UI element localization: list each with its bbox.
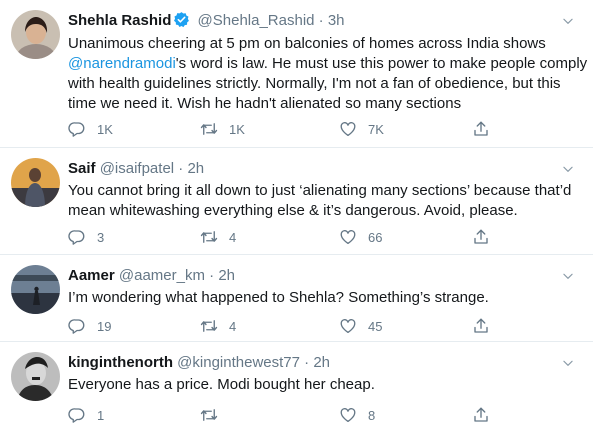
avatar[interactable] [11, 158, 60, 207]
like-icon [339, 228, 357, 246]
tweet-reply[interactable]: Saif @isaifpatel · 2h You cannot bring i… [0, 148, 593, 255]
tweet-text: You cannot bring it all down to just ‘al… [68, 182, 572, 219]
tweet-reply[interactable]: kinginthenorth @kinginthewest77 · 2h Eve… [0, 342, 593, 440]
retweet-icon [200, 120, 218, 138]
mention-link[interactable]: @narendramodi [68, 55, 176, 72]
retweet-icon [200, 228, 218, 246]
tweet-text: I’m wondering what happened to Shehla? S… [68, 289, 489, 306]
separator-dot: · [304, 354, 310, 371]
tweet-main[interactable]: Shehla Rashid @Shehla_Rashid · 3h Unanim… [0, 0, 593, 148]
like-button[interactable]: 7K [339, 120, 384, 138]
author-name[interactable]: Saif [68, 160, 96, 177]
reply-count: 1 [97, 407, 105, 423]
share-icon [472, 228, 490, 246]
share-icon [472, 317, 490, 335]
share-icon [472, 406, 490, 424]
tweet-text: Everyone has a price. Modi bought her ch… [68, 376, 375, 393]
retweet-button[interactable]: 4 [200, 228, 236, 246]
retweet-icon [200, 317, 218, 335]
avatar[interactable] [11, 265, 60, 314]
author-handle[interactable]: @aamer_km [119, 267, 205, 284]
separator-dot: · [209, 267, 215, 284]
timestamp[interactable]: 2h [218, 267, 235, 284]
tweet-text: Unanimous cheering at 5 pm on balconies … [68, 34, 588, 114]
share-icon [472, 120, 490, 138]
retweet-button[interactable]: 4 [200, 317, 236, 335]
timestamp[interactable]: 2h [313, 354, 330, 371]
like-button[interactable]: 45 [339, 317, 382, 335]
reply-icon [68, 317, 86, 335]
reply-button[interactable]: 3 [68, 228, 104, 246]
chevron-down-icon[interactable] [561, 162, 575, 176]
tweet-header: kinginthenorth @kinginthewest77 · 2h [68, 353, 330, 373]
tweet-text-part: Unanimous cheering at 5 pm on balconies … [68, 35, 546, 52]
author-handle[interactable]: @isaifpatel [100, 160, 174, 177]
like-count: 8 [368, 407, 376, 423]
like-count: 7K [368, 121, 384, 137]
reply-icon [68, 406, 86, 424]
retweet-count: 1K [229, 121, 245, 137]
like-button[interactable]: 66 [339, 228, 382, 246]
separator-dot: · [318, 12, 324, 29]
author-name[interactable]: kinginthenorth [68, 354, 173, 371]
share-button[interactable] [472, 228, 490, 246]
retweet-icon [200, 406, 218, 424]
like-icon [339, 406, 357, 424]
retweet-button[interactable] [200, 406, 229, 424]
author-handle[interactable]: @kinginthewest77 [177, 354, 300, 371]
tweet-reply[interactable]: Aamer @aamer_km · 2h I’m wondering what … [0, 255, 593, 342]
reply-count: 19 [97, 318, 112, 334]
like-count: 45 [368, 318, 383, 334]
reply-icon [68, 228, 86, 246]
timestamp[interactable]: 3h [328, 12, 345, 29]
like-icon [339, 317, 357, 335]
chevron-down-icon[interactable] [561, 14, 575, 28]
tweet-header: Saif @isaifpatel · 2h [68, 159, 204, 179]
chevron-down-icon[interactable] [561, 356, 575, 370]
reply-button[interactable]: 1 [68, 406, 104, 424]
timestamp[interactable]: 2h [187, 160, 204, 177]
like-icon [339, 120, 357, 138]
author-handle[interactable]: @Shehla_Rashid [198, 12, 315, 29]
tweet-header: Shehla Rashid @Shehla_Rashid · 3h [68, 11, 345, 31]
share-button[interactable] [472, 317, 490, 335]
separator-dot: · [178, 160, 184, 177]
retweet-count: 4 [229, 318, 237, 334]
author-name[interactable]: Aamer [68, 267, 115, 284]
reply-count: 1K [97, 121, 113, 137]
reply-button[interactable]: 1K [68, 120, 113, 138]
verified-badge-icon [173, 11, 190, 28]
retweet-button[interactable]: 1K [200, 120, 245, 138]
like-count: 66 [368, 229, 383, 245]
author-name[interactable]: Shehla Rashid [68, 12, 171, 29]
tweet-header: Aamer @aamer_km · 2h [68, 266, 235, 286]
avatar[interactable] [11, 352, 60, 401]
like-button[interactable]: 8 [339, 406, 375, 424]
reply-count: 3 [97, 229, 105, 245]
chevron-down-icon[interactable] [561, 269, 575, 283]
reply-button[interactable]: 19 [68, 317, 111, 335]
share-button[interactable] [472, 406, 490, 424]
avatar[interactable] [11, 10, 60, 59]
reply-icon [68, 120, 86, 138]
share-button[interactable] [472, 120, 490, 138]
retweet-count: 4 [229, 229, 237, 245]
